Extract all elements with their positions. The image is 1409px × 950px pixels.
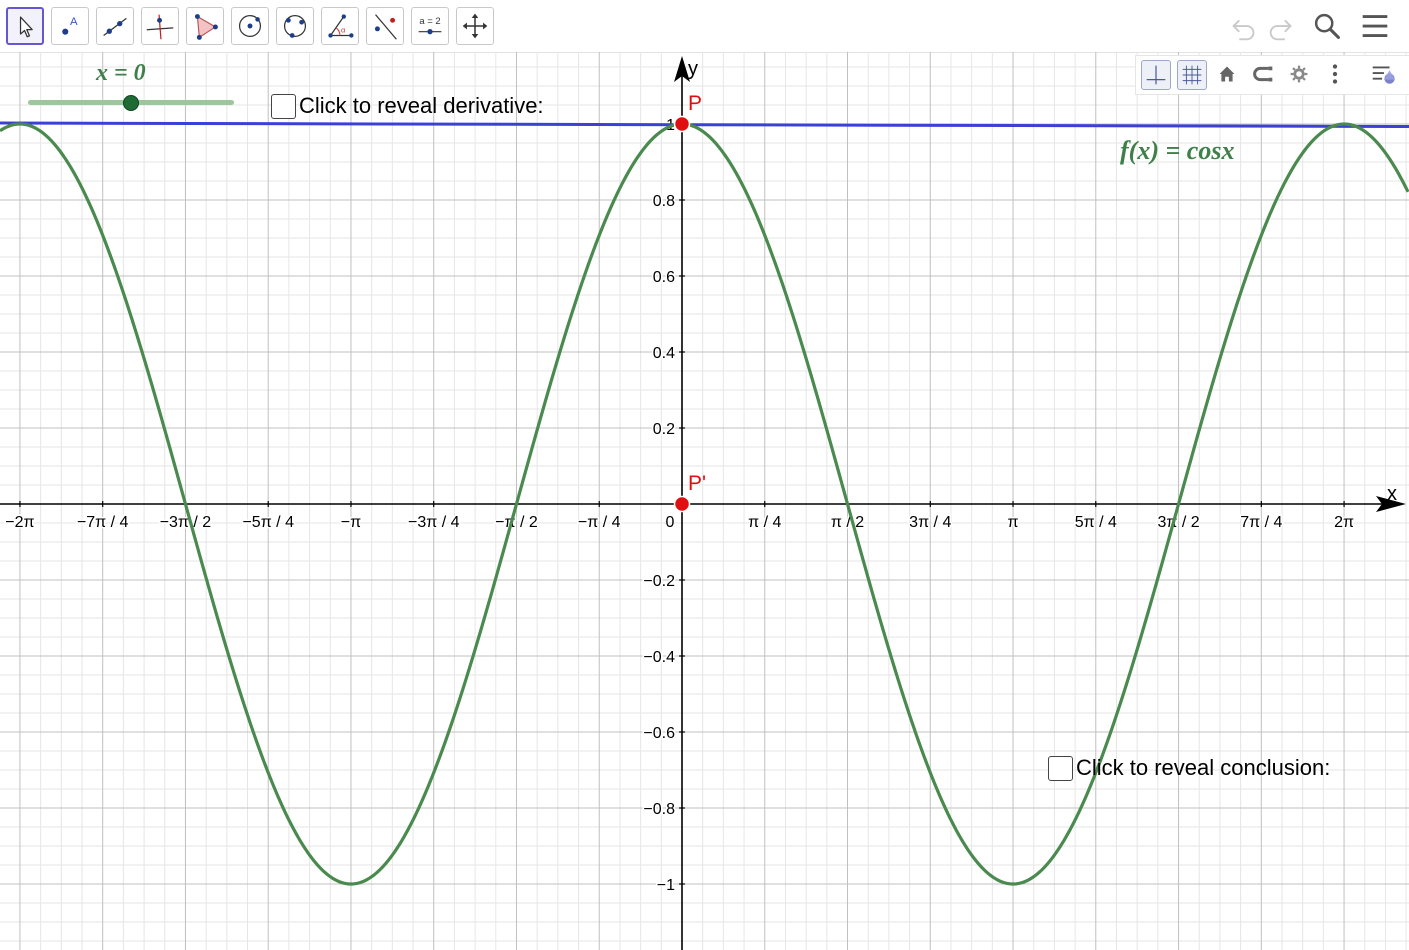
point-p-prime-label: P' <box>688 472 706 495</box>
x-tick-label: −5π / 4 <box>242 514 294 531</box>
checkbox-box[interactable] <box>271 93 296 119</box>
move-graphics-view-tool-button[interactable] <box>456 7 494 45</box>
point-p-prime[interactable] <box>673 495 691 513</box>
checkbox-box[interactable] <box>1048 755 1073 781</box>
axes-toggle-button[interactable] <box>1141 60 1171 90</box>
x-tick-label: −π <box>341 514 361 531</box>
function-label: f(x) = cosx <box>1120 136 1235 165</box>
y-tick-label: −1 <box>657 877 675 894</box>
grid-toggle-button[interactable] <box>1177 60 1207 90</box>
home-view-icon <box>1219 66 1235 82</box>
circle-three-points-icon <box>283 14 307 38</box>
x-tick-label: −π / 2 <box>495 514 538 531</box>
point-icon: A <box>62 16 78 35</box>
point-capture-button[interactable] <box>1249 60 1279 90</box>
perpendicular-line-tool-button[interactable] <box>141 7 179 45</box>
more-vert-icon <box>1332 64 1338 84</box>
y-axis-label: y <box>688 58 698 80</box>
x-slider[interactable]: x = 0 <box>26 60 236 115</box>
x-tick-label: 5π / 4 <box>1075 514 1117 531</box>
slider-tool-icon: a = 2 <box>418 16 442 35</box>
point-p-label: P <box>688 92 702 115</box>
y-tick-label: 0.4 <box>653 345 675 362</box>
x-tick-label: −3π / 4 <box>408 514 460 531</box>
circle-center-point-icon <box>238 14 262 38</box>
x-tick-label: 2π <box>1334 514 1354 531</box>
search-button[interactable] <box>1310 9 1346 45</box>
move-pointer-icon <box>19 16 33 38</box>
y-tick-label: −0.6 <box>643 725 675 742</box>
toggle-style-bar-icon <box>1372 66 1396 84</box>
point-tool-button[interactable]: A <box>51 7 89 45</box>
undo-icon <box>1232 19 1255 41</box>
angle-icon: α <box>328 14 354 38</box>
origin-label: 0 <box>666 514 675 531</box>
x-tick-label: −2π <box>5 514 34 531</box>
more-vert-button[interactable] <box>1321 60 1351 90</box>
y-tick-label: −0.8 <box>643 801 675 818</box>
line-tool-button[interactable] <box>96 7 134 45</box>
move-graphics-view-icon <box>462 13 488 39</box>
x-tick-label: 3π / 2 <box>1157 514 1199 531</box>
x-tick-label: 3π / 4 <box>909 514 951 531</box>
y-tick-label: 0.8 <box>653 193 675 210</box>
axes-toggle-icon <box>1146 65 1166 85</box>
x-tick-label: π / 2 <box>831 514 864 531</box>
reveal-conclusion-label: Click to reveal conclusion: <box>1076 755 1331 780</box>
x-tick-label: π <box>1008 514 1019 531</box>
graphics-view[interactable]: x y −2π −7π / 4 −3π / 2 −5π / 4 −π −3π / 4 −π / … <box>0 52 1409 950</box>
redo-button[interactable] <box>1264 9 1300 45</box>
graphics-settings-icon <box>1290 65 1308 83</box>
svg-text:α: α <box>341 26 346 35</box>
home-view-button[interactable] <box>1213 60 1243 90</box>
toolbar: Aα a = 2 <box>0 0 1409 53</box>
reveal-conclusion-checkbox[interactable]: Click to reveal conclusion: <box>1048 755 1330 781</box>
x-tick-label: π / 4 <box>748 514 781 531</box>
reflect-line-tool-button[interactable] <box>366 7 404 45</box>
x-axis-label: x <box>1387 483 1397 505</box>
circle-center-point-tool-button[interactable] <box>231 7 269 45</box>
redo-icon <box>1269 19 1292 41</box>
perpendicular-line-icon <box>146 14 174 40</box>
y-tick-label: 0.6 <box>653 269 675 286</box>
slider-tool-tool-button[interactable]: a = 2 <box>411 7 449 45</box>
toggle-style-bar-button[interactable] <box>1369 60 1399 90</box>
svg-text:A: A <box>70 16 78 28</box>
x-tick-label: 7π / 4 <box>1240 514 1282 531</box>
graphics-settings-button[interactable] <box>1285 60 1315 90</box>
reflect-line-icon <box>374 14 397 40</box>
polygon-icon <box>194 14 218 40</box>
graphics-style-bar <box>1135 55 1409 95</box>
slider-caption: x = 0 <box>96 60 146 86</box>
circle-three-points-tool-button[interactable] <box>276 7 314 45</box>
x-tick-label: −7π / 4 <box>77 514 129 531</box>
slider-thumb[interactable] <box>123 95 139 111</box>
search-icon <box>1314 13 1340 39</box>
move-pointer-tool-button[interactable] <box>6 7 44 45</box>
point-capture-icon <box>1253 66 1273 82</box>
svg-text:a = 2: a = 2 <box>419 16 440 27</box>
reveal-derivative-checkbox[interactable]: Click to reveal derivative: <box>271 93 544 119</box>
undo-button[interactable] <box>1226 9 1262 45</box>
polygon-tool-button[interactable] <box>186 7 224 45</box>
x-tick-label: −π / 4 <box>578 514 621 531</box>
grid-toggle-icon <box>1182 65 1202 85</box>
line-icon <box>103 17 127 36</box>
x-tick-label: −3π / 2 <box>160 514 212 531</box>
y-tick-label: −0.2 <box>643 573 675 590</box>
reveal-derivative-label: Click to reveal derivative: <box>299 93 544 118</box>
y-tick-label: 0.2 <box>653 421 675 438</box>
menu-icon <box>1362 15 1388 37</box>
point-p[interactable] <box>673 115 691 133</box>
menu-button[interactable] <box>1357 9 1393 45</box>
y-tick-label: −0.4 <box>643 649 675 666</box>
angle-tool-button[interactable]: α <box>321 7 359 45</box>
